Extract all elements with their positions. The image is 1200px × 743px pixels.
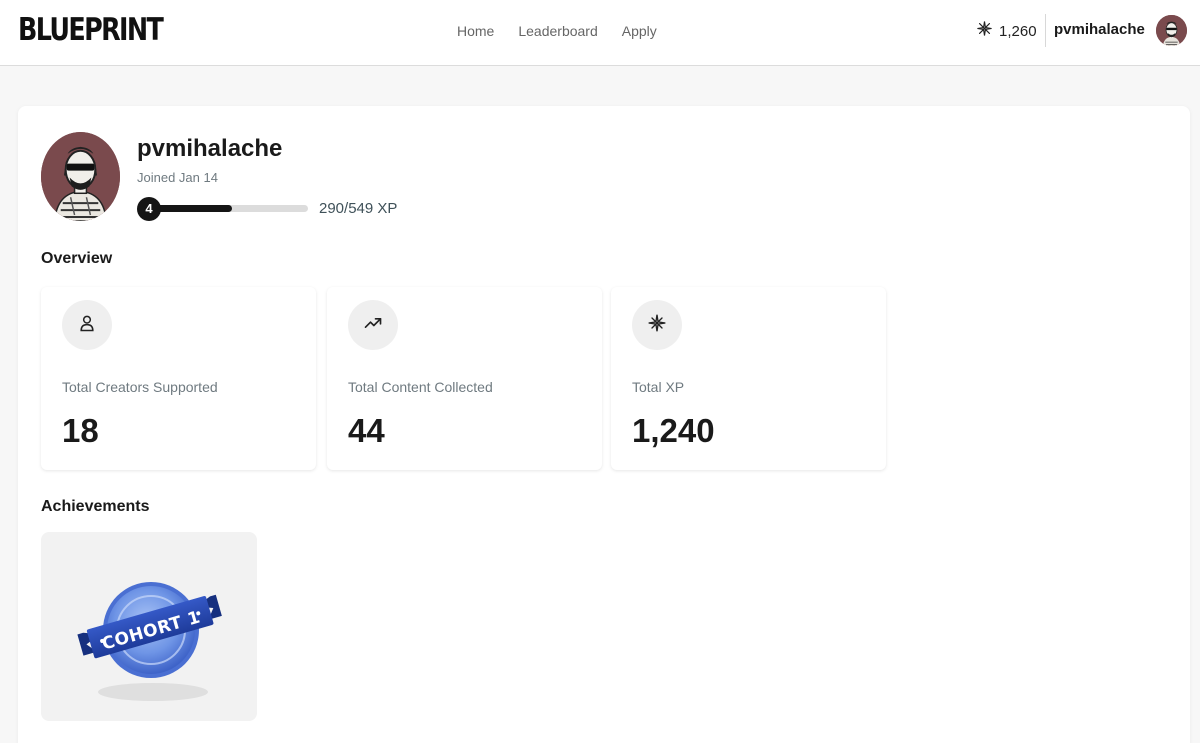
nav-apply[interactable]: Apply	[622, 22, 657, 40]
xp-balance: 1,260	[976, 20, 1037, 42]
level-badge: 4	[137, 197, 161, 221]
nav-home[interactable]: Home	[457, 22, 494, 40]
profile-avatar	[41, 132, 120, 221]
stat-card-content: Total Content Collected 44	[327, 287, 602, 470]
overview-title: Overview	[41, 250, 113, 267]
stat-label: Total Content Collected	[348, 379, 493, 395]
top-bar: BLUEPRINT Home Leaderboard Apply 1,260 p…	[0, 0, 1200, 66]
main-nav: Home Leaderboard Apply	[457, 22, 657, 40]
trending-up-icon	[363, 313, 383, 338]
stat-label: Total XP	[632, 379, 685, 395]
profile-username: pvmihalache	[137, 135, 283, 162]
header-avatar[interactable]	[1156, 15, 1187, 46]
stat-label: Total Creators Supported	[62, 379, 218, 395]
nav-leaderboard[interactable]: Leaderboard	[518, 22, 597, 40]
achievement-cohort-1[interactable]: COHORT 1	[41, 532, 257, 721]
logo[interactable]: BLUEPRINT	[18, 10, 164, 50]
header-username[interactable]: pvmihalache	[1054, 21, 1145, 38]
joined-date: Joined Jan 14	[137, 170, 218, 185]
user-icon	[77, 313, 97, 338]
stat-card-xp: Total XP 1,240	[611, 287, 886, 470]
stat-value: 18	[62, 412, 99, 449]
xp-balance-value: 1,260	[999, 22, 1037, 40]
cohort-badge-icon: COHORT 1	[41, 582, 257, 721]
xp-progress-text: 290/549 XP	[319, 200, 398, 217]
achievements-title: Achievements	[41, 498, 150, 515]
stat-card-creators: Total Creators Supported 18	[41, 287, 316, 470]
sparkle-icon	[647, 313, 667, 338]
stat-value: 1,240	[632, 412, 715, 449]
sparkle-icon	[976, 20, 993, 42]
header-divider	[1045, 14, 1046, 47]
xp-progress-track	[147, 205, 308, 212]
stat-value: 44	[348, 412, 385, 449]
level-progress: 4 290/549 XP	[137, 197, 437, 221]
